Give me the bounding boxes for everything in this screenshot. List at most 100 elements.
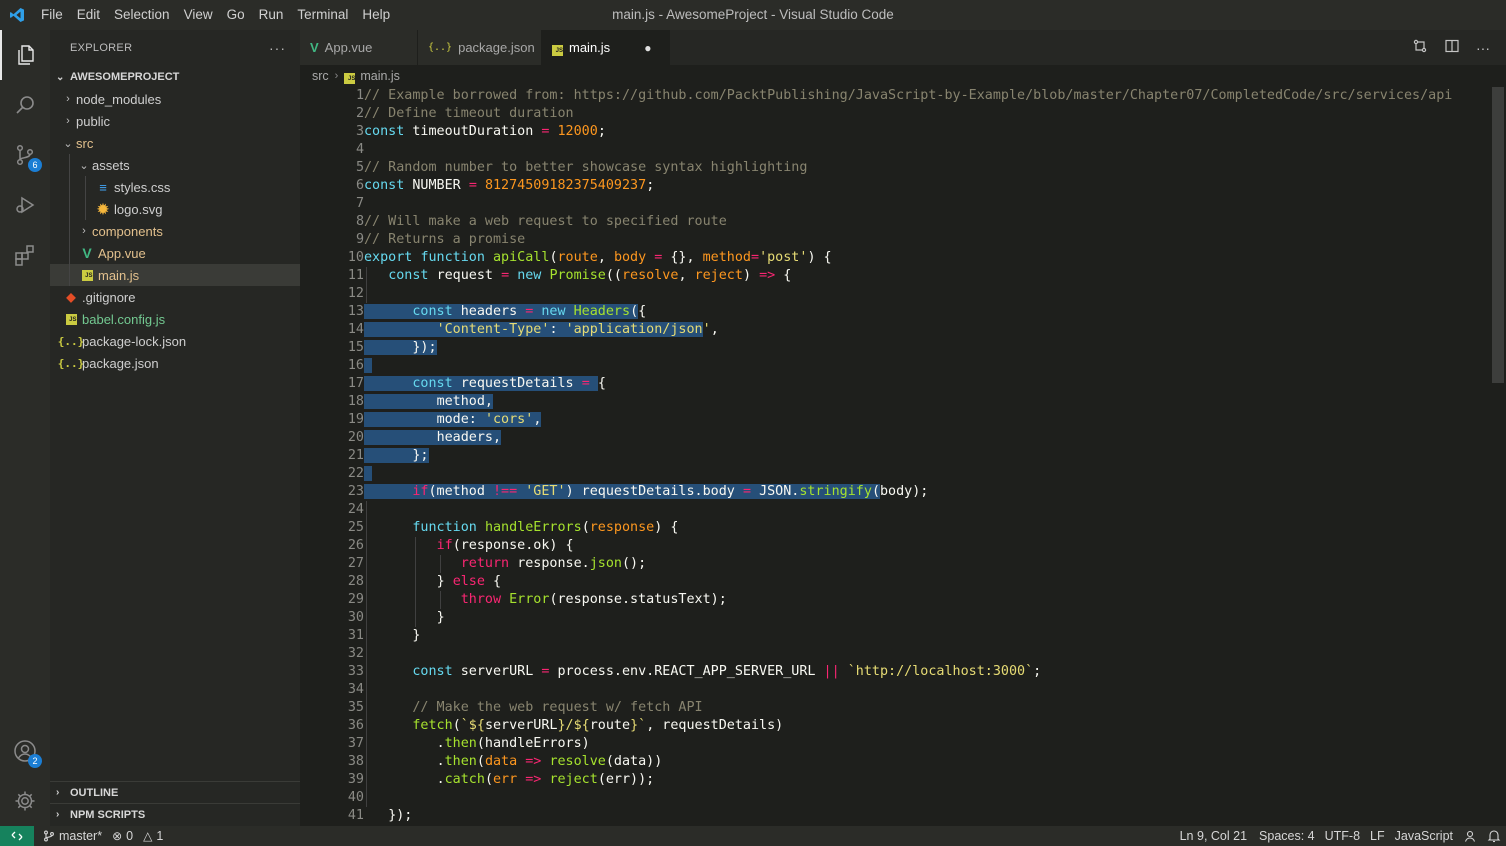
chevron-right-icon: › — [56, 787, 60, 798]
language-mode[interactable]: JavaScript — [1390, 829, 1458, 843]
line-number: 32 — [347, 646, 364, 661]
js-file-icon: JS — [552, 40, 563, 56]
tree-item-label: App.vue — [98, 245, 146, 261]
code-content[interactable]: // Example borrowed from: https://github… — [364, 87, 1490, 825]
cursor-position[interactable]: Ln 9, Col 21 — [1175, 829, 1252, 843]
outline-label: OUTLINE — [70, 786, 119, 799]
tree-item-label: public — [76, 113, 110, 129]
source-control-icon[interactable]: 6 — [0, 130, 50, 180]
explorer-icon[interactable] — [0, 30, 50, 80]
code-editor[interactable]: 1 2 3 4 5 6 7 8 9 10 11 12 13 14 15 16 17 18 19 20 21 22 23 24 2… — [300, 87, 1506, 826]
breadcrumb-file[interactable]: main.js — [360, 69, 400, 83]
code-line: method, — [364, 393, 1490, 411]
tab-package-json[interactable]: {..} package.json — [418, 30, 542, 65]
code-line: // Will make a web request to specified … — [364, 214, 727, 229]
remote-indicator-icon[interactable] — [0, 826, 34, 846]
chevron-right-icon: › — [56, 809, 60, 820]
tree-file-app-vue[interactable]: V App.vue — [50, 242, 300, 264]
tree-folder-assets[interactable]: ⌄ assets — [50, 154, 300, 176]
warning-icon: △ — [143, 829, 153, 843]
line-number: 23 — [347, 484, 364, 499]
encoding[interactable]: UTF-8 — [1320, 829, 1365, 843]
menu-terminal[interactable]: Terminal — [290, 0, 355, 30]
menu-selection[interactable]: Selection — [107, 0, 177, 30]
code-line: // Returns a promise — [364, 232, 526, 247]
breadcrumb-folder[interactable]: src — [312, 69, 329, 83]
tree-file-babel-config[interactable]: JS babel.config.js — [50, 308, 300, 330]
npm-scripts-section[interactable]: › NPM SCRIPTS — [50, 803, 300, 825]
menu-help[interactable]: Help — [355, 0, 397, 30]
branch-indicator[interactable]: master* — [38, 829, 107, 843]
line-number: 6 — [355, 178, 364, 193]
tree-file-main-js[interactable]: JS main.js — [50, 264, 300, 286]
unsaved-dot-icon[interactable]: ● — [644, 41, 651, 55]
indentation[interactable]: Spaces: 4 — [1254, 829, 1320, 843]
code-line: const request = new Promise((resolve, re… — [364, 267, 1490, 285]
menu-file[interactable]: File — [34, 0, 70, 30]
tab-app-vue[interactable]: V App.vue — [300, 30, 418, 65]
line-number: 13 — [347, 304, 364, 319]
extensions-icon[interactable] — [0, 230, 50, 280]
tree-item-label: package.json — [82, 355, 159, 371]
editor-more-actions-icon[interactable]: ··· — [1476, 40, 1490, 56]
editor-scrollbar[interactable] — [1490, 87, 1506, 826]
scrollbar-thumb[interactable] — [1492, 87, 1504, 383]
tab-main-js[interactable]: JS main.js ● — [542, 30, 671, 65]
warning-count: 1 — [156, 829, 164, 843]
code-line: fetch(`${serverURL}/${route}`, requestDe… — [364, 717, 1490, 735]
code-line: mode: 'cors', — [364, 411, 1490, 429]
tree-file-package-lock[interactable]: {..} package-lock.json — [50, 330, 300, 352]
accounts-badge: 2 — [28, 754, 42, 768]
line-ending[interactable]: LF — [1365, 829, 1390, 843]
line-number: 33 — [347, 664, 364, 679]
tree-file-gitignore[interactable]: ◆ .gitignore — [50, 286, 300, 308]
code-line: }); — [388, 808, 413, 823]
open-changes-icon[interactable] — [1412, 38, 1428, 57]
outline-section[interactable]: › OUTLINE — [50, 781, 300, 803]
chevron-right-icon: › — [66, 115, 70, 127]
chevron-right-icon: › — [66, 93, 70, 105]
feedback-icon[interactable] — [1458, 829, 1482, 843]
line-number: 2 — [355, 106, 364, 121]
chevron-right-icon: › — [82, 225, 86, 237]
line-number: 16 — [347, 358, 364, 373]
menu-edit[interactable]: Edit — [70, 0, 107, 30]
problems-indicator[interactable]: ⊗ 0 △ 1 — [107, 829, 168, 843]
accounts-icon[interactable]: 2 — [0, 726, 50, 776]
code-line: return response.json(); — [364, 555, 1490, 573]
tree-folder-src[interactable]: ⌄ src — [50, 132, 300, 154]
notifications-bell-icon[interactable] — [1482, 829, 1506, 843]
status-bar: master* ⊗ 0 △ 1 Ln 9, Col 21 Spaces: 4 U… — [0, 826, 1506, 846]
line-number: 20 — [347, 430, 364, 445]
scm-badge: 6 — [28, 158, 42, 172]
run-debug-icon[interactable] — [0, 180, 50, 230]
project-section-header[interactable]: ⌄ AWESOMEPROJECT — [50, 66, 300, 88]
git-file-icon: ◆ — [66, 290, 76, 304]
code-line: // Define timeout duration — [364, 106, 574, 121]
line-number: 37 — [347, 736, 364, 751]
split-editor-icon[interactable] — [1444, 38, 1460, 57]
tree-file-logo-svg[interactable]: ✹ logo.svg — [50, 198, 300, 220]
code-line: .then(handleErrors) — [364, 735, 1490, 753]
code-line — [364, 357, 1490, 375]
line-number: 40 — [347, 790, 364, 805]
menu-run[interactable]: Run — [252, 0, 291, 30]
vue-file-icon: V — [310, 40, 319, 55]
line-number: 28 — [347, 574, 364, 589]
chevron-right-icon: › — [334, 70, 339, 82]
code-line: .catch(err => reject(err)); — [364, 771, 1490, 789]
more-actions-icon[interactable]: ··· — [269, 40, 286, 56]
tree-folder-components[interactable]: › components — [50, 220, 300, 242]
menu-view[interactable]: View — [177, 0, 220, 30]
tree-folder-public[interactable]: › public — [50, 110, 300, 132]
line-number: 21 — [347, 448, 364, 463]
tree-folder-node-modules[interactable]: › node_modules — [50, 88, 300, 110]
code-line: const headers = new Headers({ — [364, 303, 1490, 321]
menu-go[interactable]: Go — [220, 0, 252, 30]
tree-file-package-json[interactable]: {..} package.json — [50, 352, 300, 374]
settings-gear-icon[interactable] — [0, 776, 50, 826]
search-icon[interactable] — [0, 80, 50, 130]
tree-file-styles-css[interactable]: ≡ styles.css — [50, 176, 300, 198]
js-file-icon: JS — [62, 313, 80, 325]
code-line: const serverURL = process.env.REACT_APP_… — [364, 663, 1490, 681]
